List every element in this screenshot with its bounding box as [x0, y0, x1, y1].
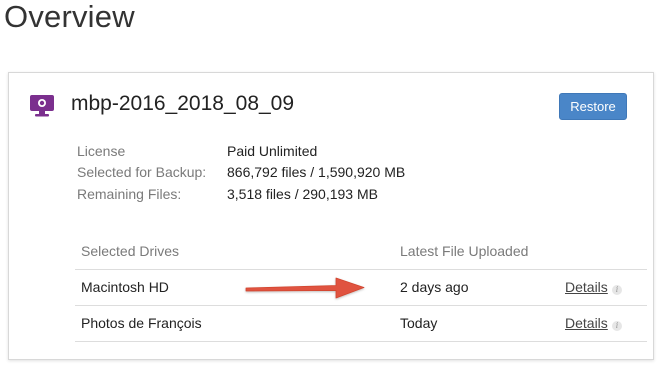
info-icon[interactable]: i — [612, 285, 622, 295]
computer-name: mbp-2016_2018_08_09 — [71, 92, 295, 115]
info-value: 866,792 files / 1,590,920 MB — [227, 164, 406, 180]
latest-upload: 2 days ago — [400, 279, 469, 295]
table-header: Selected Drives Latest File Uploaded — [75, 239, 647, 270]
table-row: Photos de François Today Details i — [75, 306, 647, 342]
header-selected-drives: Selected Drives — [81, 243, 180, 259]
details-link[interactable]: Details — [565, 279, 608, 295]
header-latest-file: Latest File Uploaded — [400, 243, 529, 259]
drive-name: Photos de François — [81, 315, 202, 331]
info-row-license: License Paid Unlimited — [77, 141, 317, 161]
restore-button[interactable]: Restore — [559, 93, 627, 120]
latest-upload: Today — [400, 315, 438, 331]
info-label: Remaining Files: — [77, 186, 182, 202]
details-link[interactable]: Details — [565, 315, 608, 331]
info-row-remaining: Remaining Files: 3,518 files / 290,193 M… — [77, 184, 378, 204]
info-label: Selected for Backup: — [77, 164, 207, 180]
info-value: Paid Unlimited — [227, 143, 318, 159]
computer-card: mbp-2016_2018_08_09 Restore License Paid… — [8, 72, 654, 360]
info-row-selected: Selected for Backup: 866,792 files / 1,5… — [77, 162, 405, 182]
annotation-arrow-icon — [245, 277, 365, 299]
info-icon[interactable]: i — [612, 321, 622, 331]
page-title: Overview — [4, 0, 135, 34]
info-value: 3,518 files / 290,193 MB — [227, 186, 378, 202]
drive-name: Macintosh HD — [81, 279, 169, 295]
computer-monitor-icon — [30, 95, 54, 117]
info-label: License — [77, 143, 126, 159]
